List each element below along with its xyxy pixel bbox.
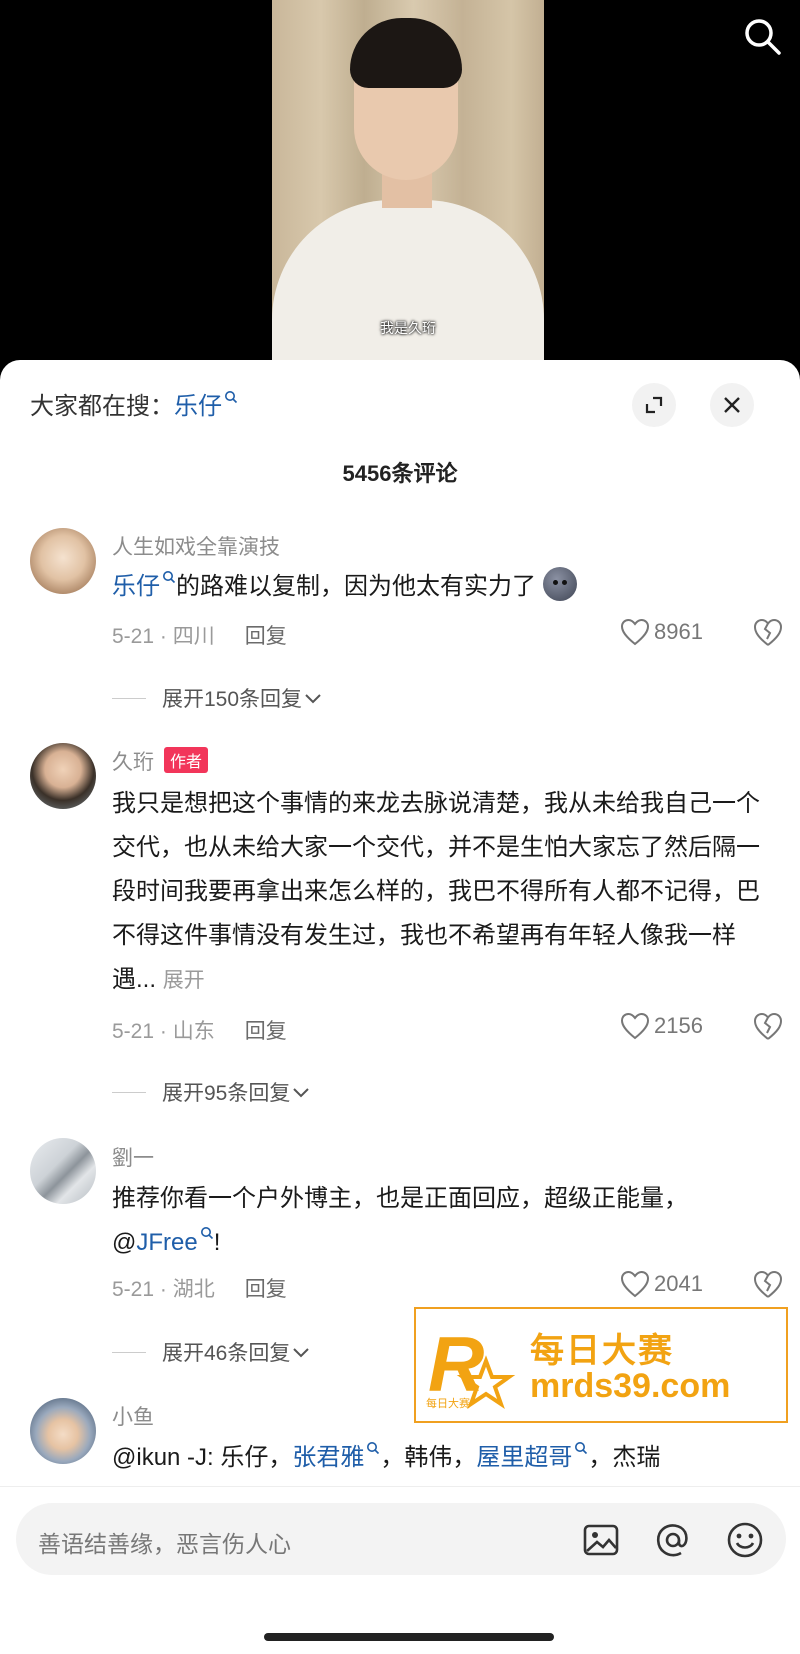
- chevron-down-icon: [293, 1088, 310, 1098]
- comment-date-location: 5-21 · 山东: [112, 1020, 215, 1043]
- like-button[interactable]: 2156: [620, 1012, 703, 1040]
- expand-replies-button[interactable]: 展开95条回复: [112, 1077, 312, 1107]
- search-small-icon: [225, 391, 238, 404]
- divider: [112, 1091, 146, 1093]
- comment-body: ，杰瑞: [588, 1444, 661, 1471]
- comment-text: 推荐你看一个户外博主，也是正面回应，超级正能量， @JFree!: [112, 1177, 772, 1265]
- watermark-logo: R 每日大赛: [426, 1321, 516, 1410]
- heart-icon: [620, 1270, 650, 1298]
- mention-suffix: !: [213, 1229, 221, 1256]
- like-count: 2156: [654, 1013, 703, 1038]
- search-icon[interactable]: [740, 14, 784, 58]
- comment-meta: 5-21 · 湖北 回复: [112, 1273, 287, 1303]
- broken-heart-icon[interactable]: [752, 1010, 784, 1042]
- mention-prefix: @: [112, 1229, 137, 1256]
- collapse-button[interactable]: [632, 383, 676, 427]
- comment-username[interactable]: 久珩 作者: [112, 746, 209, 776]
- broken-heart-icon[interactable]: [752, 616, 784, 648]
- like-count: 8961: [654, 619, 703, 644]
- comment-keyword-link[interactable]: 乐仔: [112, 573, 160, 600]
- expand-replies-label: 展开46条回复: [162, 1342, 291, 1365]
- comment-text: 我只是想把这个事情的来龙去脉说清楚，我从未给我自己一个交代，也从未给大家一个交代…: [112, 782, 772, 1003]
- search-small-icon: [163, 571, 176, 584]
- video-player[interactable]: 我是久珩: [0, 0, 800, 360]
- comment-text: @ikun -J: 乐仔，张君雅 ，韩伟，屋里超哥 ，杰瑞: [112, 1436, 772, 1480]
- watermark-line1: 每日大赛: [530, 1332, 674, 1370]
- heart-icon: [620, 618, 650, 646]
- close-button[interactable]: [710, 383, 754, 427]
- comment-username[interactable]: 小鱼: [112, 1401, 154, 1431]
- comment-body: 我只是想把这个事情的来龙去脉说清楚，我从未给我自己一个交代，也从未给大家一个交代…: [112, 790, 760, 993]
- logo-small-text: 每日大赛: [426, 1396, 470, 1410]
- comment-input[interactable]: 善语结善缘，恶言伤人心: [16, 1503, 786, 1575]
- close-icon: [724, 397, 740, 413]
- comment-body: @ikun -J: 乐仔，: [112, 1444, 293, 1471]
- expand-replies-label: 展开150条回复: [162, 688, 303, 711]
- trending-search-prefix: 大家都在搜：: [30, 393, 174, 420]
- comment-username[interactable]: 人生如戏全靠演技: [112, 531, 280, 561]
- video-frame: 我是久珩: [272, 0, 544, 360]
- like-button[interactable]: 8961: [620, 618, 703, 646]
- collapse-icon: [645, 396, 663, 414]
- search-small-icon: [200, 1227, 213, 1240]
- like-count: 2041: [654, 1271, 703, 1296]
- at-icon[interactable]: [654, 1521, 692, 1559]
- heart-icon: [620, 1012, 650, 1040]
- reply-button[interactable]: 回复: [245, 1278, 287, 1301]
- mention-link[interactable]: JFree: [136, 1229, 197, 1256]
- image-icon[interactable]: [582, 1521, 620, 1559]
- comment-date-location: 5-21 · 湖北: [112, 1278, 215, 1301]
- chevron-down-icon: [293, 1348, 310, 1358]
- author-badge: 作者: [164, 747, 209, 773]
- comment-body: 的路难以复制，因为他太有实力了: [176, 573, 536, 600]
- watermark-line2: mrds39.com: [530, 1367, 731, 1405]
- expand-replies-label: 展开95条回复: [162, 1082, 291, 1105]
- divider: [112, 1351, 146, 1353]
- reply-button[interactable]: 回复: [245, 1020, 287, 1043]
- broken-heart-icon[interactable]: [752, 1268, 784, 1300]
- expand-replies-button[interactable]: 展开150条回复: [112, 683, 324, 713]
- comment-meta: 5-21 · 四川 回复: [112, 620, 287, 650]
- avatar[interactable]: [30, 1138, 96, 1204]
- avatar[interactable]: [30, 743, 96, 809]
- keyword-link[interactable]: 屋里超哥: [476, 1444, 572, 1471]
- comment-username[interactable]: 劉一: [112, 1142, 154, 1172]
- search-small-icon: [575, 1442, 588, 1455]
- comment-meta: 5-21 · 山东 回复: [112, 1015, 287, 1045]
- comment-date-location: 5-21 · 四川: [112, 625, 215, 648]
- emoji-sticker-icon: [542, 567, 577, 601]
- reply-button[interactable]: 回复: [245, 625, 287, 648]
- chevron-down-icon: [305, 694, 321, 704]
- trending-search[interactable]: 大家都在搜：乐仔: [30, 386, 238, 421]
- trending-search-keyword[interactable]: 乐仔: [174, 393, 222, 420]
- comment-body: ，韩伟，: [380, 1444, 477, 1471]
- username-text: 久珩: [112, 751, 154, 774]
- person-hair: [350, 18, 462, 88]
- input-placeholder: 善语结善缘，恶言伤人心: [38, 1531, 291, 1557]
- search-small-icon: [367, 1442, 380, 1455]
- expand-replies-button[interactable]: 展开46条回复: [112, 1337, 312, 1367]
- comment-text: 乐仔 的路难以复制，因为他太有实力了: [112, 565, 772, 609]
- video-subtitle: 我是久珩: [380, 321, 436, 337]
- like-button[interactable]: 2041: [620, 1270, 703, 1298]
- emoji-icon[interactable]: [726, 1521, 764, 1559]
- expand-text-button[interactable]: 展开: [163, 969, 205, 992]
- avatar[interactable]: [30, 528, 96, 594]
- comment-body: 推荐你看一个户外博主，也是正面回应，超级正能量，: [112, 1185, 688, 1212]
- keyword-link[interactable]: 张君雅: [292, 1444, 364, 1471]
- avatar[interactable]: [30, 1398, 96, 1464]
- watermark: R 每日大赛 每日大赛 mrds39.com: [414, 1307, 788, 1423]
- comment-input-bar: 善语结善缘，恶言伤人心: [0, 1486, 800, 1654]
- comment-count-title: 5456条评论: [342, 461, 458, 486]
- divider: [112, 697, 146, 699]
- home-indicator: [264, 1633, 554, 1641]
